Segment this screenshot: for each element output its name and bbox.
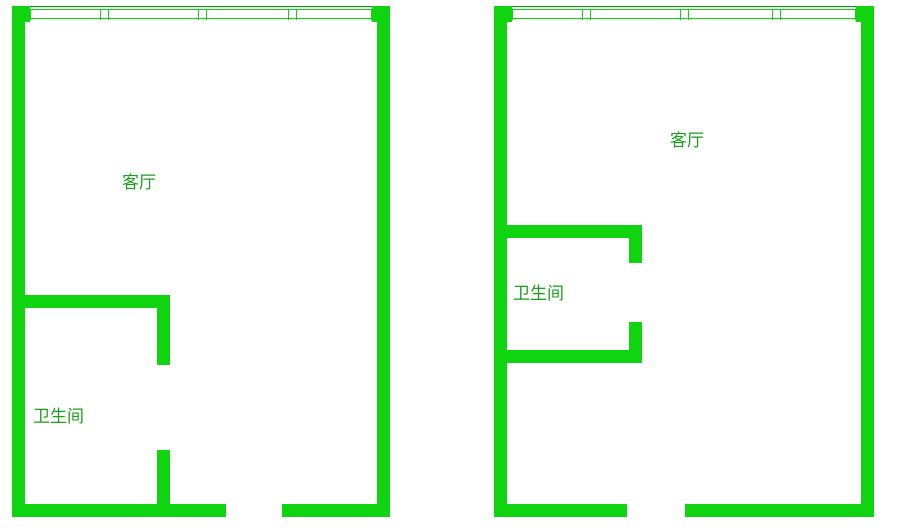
wall-top-leftcap <box>12 6 30 22</box>
wall-bathroom-bottom-stub <box>629 322 642 363</box>
floorplan-left: 客厅 卫生间 <box>0 0 430 531</box>
wall-bottom-left <box>12 504 226 517</box>
wall-top-rightcap <box>372 6 390 22</box>
wall-bathroom-top <box>12 295 170 308</box>
wall-top-leftcap <box>494 6 512 22</box>
wall-bathroom-right-lower <box>157 450 170 514</box>
window-top <box>30 9 372 19</box>
living-room-text: 客厅 <box>670 131 704 150</box>
wall-top-rightcap <box>856 6 874 22</box>
wall-right <box>377 6 390 517</box>
wall-left <box>12 6 25 517</box>
wall-bottom-right <box>282 504 390 517</box>
bathroom-label: 卫生间 <box>513 283 564 305</box>
wall-right <box>861 6 874 517</box>
living-room-label: 客厅 <box>122 172 156 194</box>
wall-bathroom-top-stub <box>629 225 642 263</box>
wall-bathroom-top <box>494 225 642 238</box>
living-room-text: 客厅 <box>122 173 156 192</box>
living-room-label: 客厅 <box>670 130 704 152</box>
window-top <box>512 9 856 19</box>
wall-bottom-right <box>685 504 874 517</box>
floorplan-right: 客厅 卫生间 <box>470 0 897 531</box>
wall-bathroom-bottom <box>494 350 642 363</box>
wall-bathroom-right-upper <box>157 295 170 365</box>
bathroom-label: 卫生间 <box>33 406 84 428</box>
bathroom-text: 卫生间 <box>513 284 564 303</box>
bathroom-text: 卫生间 <box>33 407 84 426</box>
wall-bottom-left <box>494 504 627 517</box>
wall-left <box>494 6 507 517</box>
